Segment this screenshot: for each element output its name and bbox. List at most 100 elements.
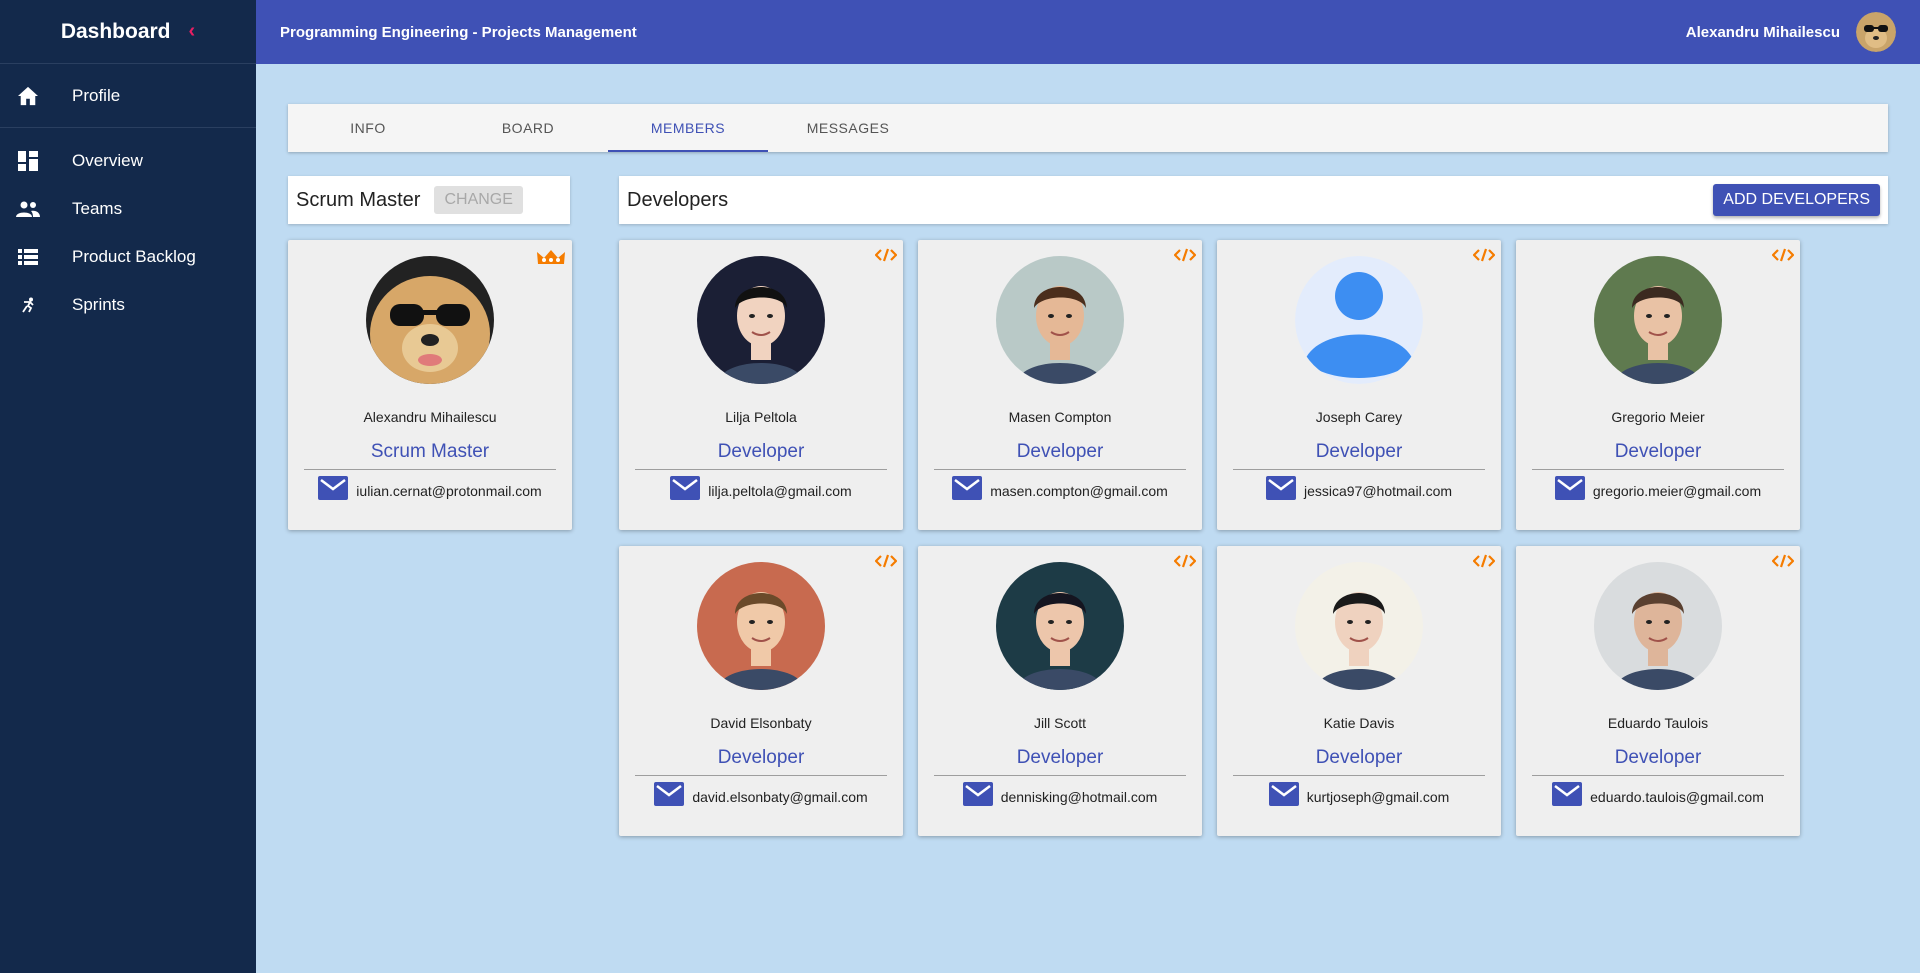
email-row[interactable]: jessica97@hotmail.com <box>1217 476 1501 505</box>
sidebar: Dashboard ‹ Profile Overview Teams Produ… <box>0 0 256 973</box>
mail-icon <box>318 476 349 505</box>
member-name: Gregorio Meier <box>1611 409 1705 425</box>
mail-icon <box>1265 476 1296 505</box>
sidebar-item-profile[interactable]: Profile <box>0 72 256 120</box>
code-icon <box>874 248 898 267</box>
scrum-master-title: Scrum Master <box>296 188 421 211</box>
divider <box>635 775 887 776</box>
developer-card[interactable]: David Elsonbaty Developer david.elsonbat… <box>619 546 903 836</box>
member-name: Masen Compton <box>1008 409 1112 425</box>
member-email: kurtjoseph@gmail.com <box>1306 788 1450 805</box>
scrum-master-header: Scrum Master CHANGE <box>288 176 570 224</box>
sidebar-item-label: Teams <box>72 199 123 218</box>
member-email: gregorio.meier@gmail.com <box>1592 482 1762 499</box>
user-avatar[interactable] <box>1856 12 1896 52</box>
divider <box>1532 775 1784 776</box>
member-role: Developer <box>1016 747 1104 768</box>
divider <box>1233 469 1485 470</box>
code-icon <box>1472 554 1496 573</box>
scrum-master-card[interactable]: Alexandru Mihailescu Scrum Master iulian… <box>288 240 572 530</box>
app-title: Programming Engineering - Projects Manag… <box>280 23 637 41</box>
email-row[interactable]: iulian.cernat@protonmail.com <box>288 476 572 505</box>
mail-icon <box>962 782 993 811</box>
tab-info[interactable]: INFO <box>288 104 448 152</box>
member-name: Alexandru Mihailescu <box>363 409 497 425</box>
developers-header: Developers ADD DEVELOPERS <box>619 176 1888 224</box>
developer-card[interactable]: Katie Davis Developer kurtjoseph@gmail.c… <box>1217 546 1501 836</box>
developer-card[interactable]: Masen Compton Developer masen.compton@gm… <box>918 240 1202 530</box>
divider <box>304 469 556 470</box>
mail-icon <box>952 476 983 505</box>
code-icon <box>1771 248 1795 267</box>
code-icon <box>1173 554 1197 573</box>
member-role: Developer <box>1614 747 1702 768</box>
mail-icon <box>1268 782 1299 811</box>
developer-card[interactable]: Lilja Peltola Developer lilja.peltola@gm… <box>619 240 903 530</box>
running-icon <box>0 297 56 313</box>
member-role: Developer <box>1614 441 1702 462</box>
avatar <box>996 256 1124 384</box>
developer-card[interactable]: Gregorio Meier Developer gregorio.meier@… <box>1516 240 1800 530</box>
developer-card[interactable]: Jill Scott Developer dennisking@hotmail.… <box>918 546 1202 836</box>
code-icon <box>874 554 898 573</box>
email-row[interactable]: gregorio.meier@gmail.com <box>1516 476 1800 505</box>
code-icon <box>1771 554 1795 573</box>
member-role: Developer <box>1016 441 1104 462</box>
developer-card[interactable]: Eduardo Taulois Developer eduardo.tauloi… <box>1516 546 1800 836</box>
member-email: david.elsonbaty@gmail.com <box>692 788 868 805</box>
email-row[interactable]: masen.compton@gmail.com <box>918 476 1202 505</box>
member-email: masen.compton@gmail.com <box>990 482 1168 499</box>
tab-members[interactable]: MEMBERS <box>608 104 768 152</box>
member-role: Developer <box>1315 441 1403 462</box>
sidebar-item-overview[interactable]: Overview <box>0 137 256 185</box>
avatar <box>697 256 825 384</box>
sidebar-item-product-backlog[interactable]: Product Backlog <box>0 233 256 281</box>
avatar <box>996 562 1124 690</box>
avatar <box>1594 256 1722 384</box>
tab-board[interactable]: BOARD <box>448 104 608 152</box>
member-name: David Elsonbaty <box>710 715 812 731</box>
member-email: lilja.peltola@gmail.com <box>708 482 852 499</box>
developer-card[interactable]: Joseph Carey Developer jessica97@hotmail… <box>1217 240 1501 530</box>
default-avatar-icon <box>1295 256 1423 384</box>
dashboard-icon <box>0 151 56 171</box>
divider <box>1532 469 1784 470</box>
sidebar-item-label: Sprints <box>72 295 125 314</box>
email-row[interactable]: dennisking@hotmail.com <box>918 782 1202 811</box>
email-row[interactable]: kurtjoseph@gmail.com <box>1217 782 1501 811</box>
member-name: Katie Davis <box>1323 715 1395 731</box>
email-row[interactable]: david.elsonbaty@gmail.com <box>619 782 903 811</box>
change-scrum-master-button[interactable]: CHANGE <box>434 186 523 214</box>
tab-messages[interactable]: MESSAGES <box>768 104 928 152</box>
divider <box>934 775 1186 776</box>
sidebar-item-teams[interactable]: Teams <box>0 185 256 233</box>
crown-icon <box>536 248 566 271</box>
sidebar-header: Dashboard ‹ <box>0 0 256 64</box>
member-role: Developer <box>717 747 805 768</box>
sidebar-title: Dashboard <box>60 19 171 43</box>
sidebar-item-label: Overview <box>72 151 143 170</box>
member-email: jessica97@hotmail.com <box>1303 482 1453 499</box>
people-icon <box>0 201 56 217</box>
divider <box>1233 775 1485 776</box>
sidebar-item-label: Product Backlog <box>72 247 196 266</box>
top-app-bar: Programming Engineering - Projects Manag… <box>256 0 1920 64</box>
list-icon <box>0 249 56 265</box>
add-developers-button[interactable]: ADD DEVELOPERS <box>1713 184 1880 216</box>
member-email: eduardo.taulois@gmail.com <box>1590 788 1764 805</box>
divider <box>635 469 887 470</box>
mail-icon <box>1552 782 1583 811</box>
member-role: Developer <box>1315 747 1403 768</box>
email-row[interactable]: lilja.peltola@gmail.com <box>619 476 903 505</box>
developers-title: Developers <box>627 188 729 211</box>
current-user-name: Alexandru Mihailescu <box>1685 23 1840 41</box>
email-row[interactable]: eduardo.taulois@gmail.com <box>1516 782 1800 811</box>
tab-bar: INFO BOARD MEMBERS MESSAGES <box>288 104 1888 152</box>
member-email: iulian.cernat@protonmail.com <box>356 482 542 499</box>
collapse-sidebar-icon[interactable]: ‹ <box>189 20 196 43</box>
sidebar-item-sprints[interactable]: Sprints <box>0 281 256 329</box>
avatar <box>697 562 825 690</box>
mail-icon <box>654 782 685 811</box>
avatar <box>1594 562 1722 690</box>
code-icon <box>1472 248 1496 267</box>
